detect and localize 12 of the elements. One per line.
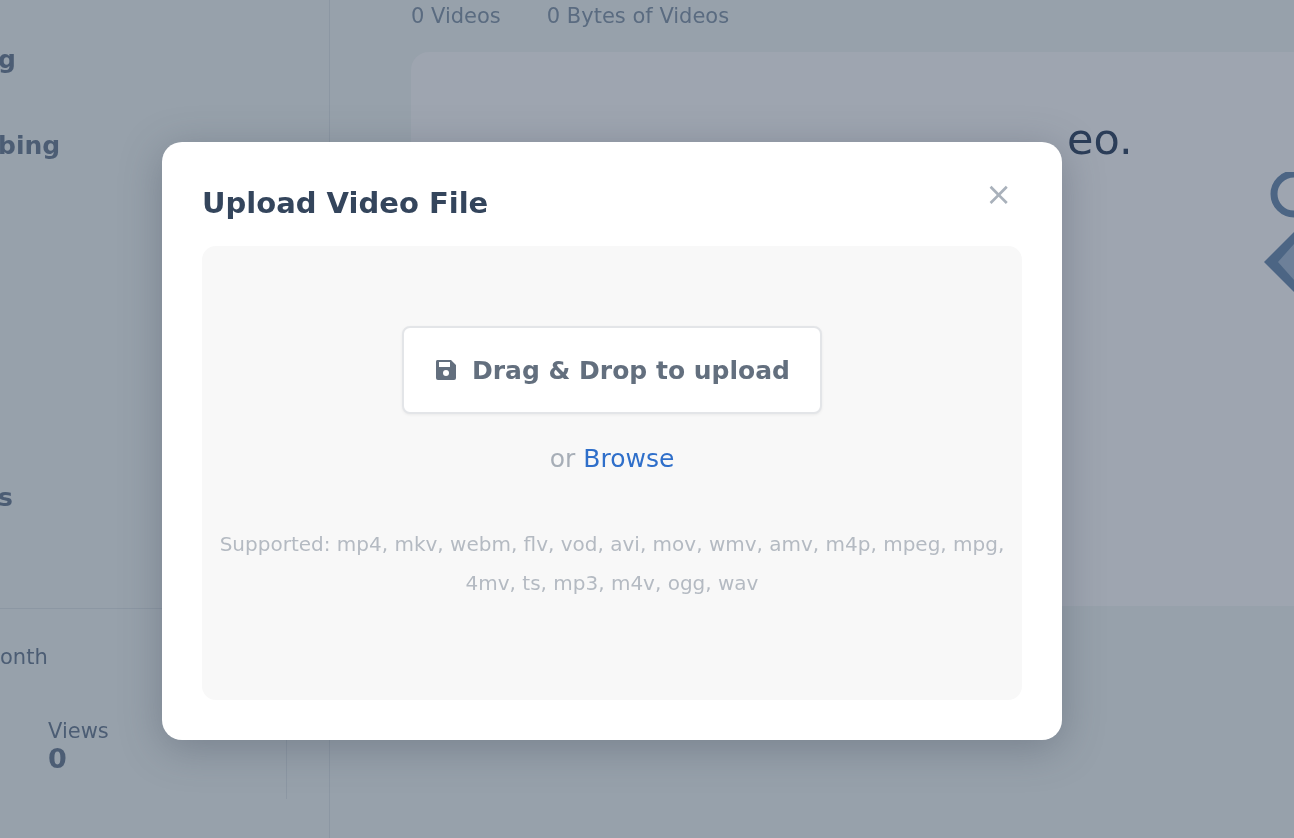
dialog-title: Upload Video File	[202, 186, 489, 220]
empty-state-headline: eo.	[1067, 114, 1134, 164]
video-count: 0 Videos	[411, 4, 501, 28]
or-label: or	[549, 444, 576, 473]
storage-size: 0 Bytes of Videos	[546, 4, 730, 28]
drag-drop-button[interactable]: Drag & Drop to upload	[402, 326, 822, 414]
drop-zone[interactable]: Drag & Drop to upload or Browse Supported: mp4, mkv, webm, flv, vod, avi, mov, wmv, amv, m4p, mpeg, mpg, 4mv, ts, mp3, m4v, ogg, wav	[202, 246, 1022, 700]
metric-value: 0	[48, 743, 68, 774]
period-label: onth	[0, 645, 49, 669]
browse-link[interactable]: Browse	[583, 444, 675, 473]
metric-label: Views	[48, 719, 110, 743]
supported-formats: Supported: mp4, mkv, webm, flv, vod, avi, mov, wmv, amv, m4p, mpeg, mpg, 4mv, ts, mp3, m4v, ogg, wav	[218, 531, 1006, 597]
